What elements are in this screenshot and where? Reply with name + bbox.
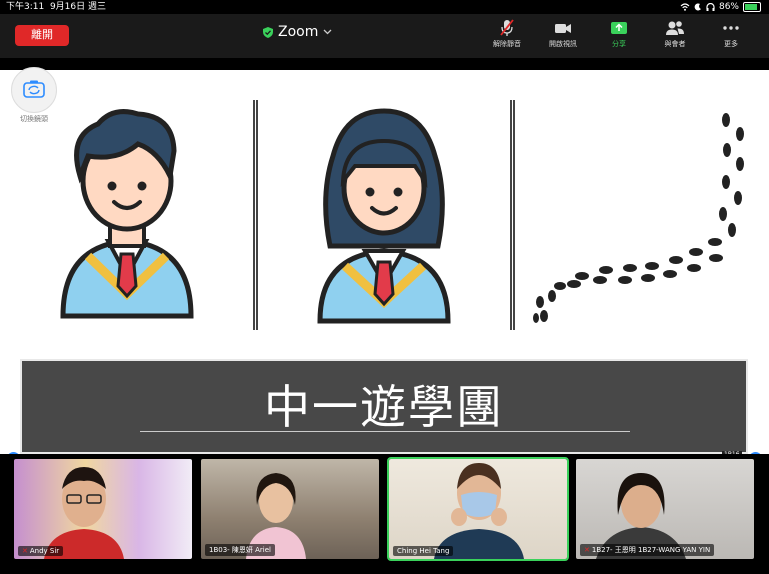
participant-face bbox=[434, 463, 524, 559]
more-button[interactable]: 更多 bbox=[707, 19, 755, 49]
meeting-header: 離開 Zoom 解除靜音 開啟視訊 分享 與會者 更多 bbox=[0, 14, 769, 58]
battery-percent: 86% bbox=[718, 2, 739, 12]
wifi-icon bbox=[680, 3, 690, 11]
participant-name: 1B03- 陳恩妍 Ariel bbox=[209, 546, 272, 554]
slide-title: 中一遊學團 bbox=[264, 380, 504, 434]
mute-label: 解除靜音 bbox=[493, 40, 521, 48]
headphones-icon bbox=[706, 3, 715, 11]
title-underline bbox=[140, 431, 630, 432]
share-button[interactable]: 分享 bbox=[595, 19, 643, 49]
meeting-toolbar: 解除靜音 開啟視訊 分享 與會者 更多 bbox=[483, 19, 755, 49]
switch-camera-button[interactable] bbox=[11, 67, 57, 113]
meeting-title-dropdown[interactable]: Zoom bbox=[263, 24, 332, 40]
participant-video-tile-active[interactable]: Ching Hei Tang bbox=[387, 457, 569, 561]
mic-muted-icon: ✕ bbox=[584, 546, 590, 554]
status-right: 86% bbox=[680, 0, 761, 14]
girl-student-icon bbox=[317, 108, 451, 324]
participant-name: Andy Sir bbox=[29, 547, 60, 555]
meeting-title: Zoom bbox=[278, 24, 319, 40]
chevron-down-icon bbox=[323, 29, 332, 35]
participant-video-tile[interactable]: ✕ 1B27- 王恩明 1B27-WANG YAN YIN bbox=[576, 459, 754, 559]
status-date: 9月16日 週三 bbox=[49, 2, 106, 12]
camera-rotate-icon bbox=[23, 80, 45, 98]
leave-button[interactable]: 離開 bbox=[15, 25, 69, 46]
video-label: 開啟視訊 bbox=[549, 40, 577, 48]
shield-check-icon bbox=[263, 26, 273, 38]
participant-video-strip: ✕ Andy Sir 1B03- 陳恩妍 Ariel Ching Hei Tang… bbox=[0, 454, 769, 574]
more-dots-icon bbox=[723, 26, 739, 30]
video-camera-icon bbox=[555, 24, 571, 33]
footprints-trail-icon bbox=[533, 113, 744, 323]
status-bar: 下午3:11 9月16日 週三 86% bbox=[0, 0, 769, 14]
switch-camera-label: 切換鏡頭 bbox=[20, 115, 48, 123]
mic-muted-icon: ✕ bbox=[22, 547, 28, 555]
start-video-button[interactable]: 開啟視訊 bbox=[539, 19, 587, 49]
moon-icon bbox=[694, 3, 701, 11]
participants-icon bbox=[666, 21, 684, 35]
participant-nameplate: ✕ Andy Sir bbox=[18, 546, 64, 556]
slide-divider-left bbox=[253, 100, 258, 330]
status-time-date: 下午3:11 9月16日 週三 bbox=[6, 0, 106, 14]
share-screen-icon bbox=[611, 22, 627, 34]
participant-nameplate: ✕ 1B27- 王恩明 1B27-WANG YAN YIN bbox=[580, 544, 715, 556]
share-label: 分享 bbox=[612, 40, 626, 48]
mute-button[interactable]: 解除靜音 bbox=[483, 19, 531, 49]
participant-face bbox=[44, 467, 124, 559]
participant-video-tile[interactable]: 1B03- 陳恩妍 Ariel bbox=[201, 459, 379, 559]
status-time: 下午3:11 bbox=[6, 2, 45, 12]
more-label: 更多 bbox=[724, 40, 738, 48]
boy-student-icon bbox=[60, 109, 194, 319]
shared-screen: 中一遊學團 bbox=[0, 70, 769, 454]
participant-video-tile[interactable]: ✕ Andy Sir bbox=[14, 459, 192, 559]
battery-icon bbox=[743, 2, 761, 12]
mic-off-icon bbox=[500, 19, 514, 36]
participant-nameplate: 1B03- 陳恩妍 Ariel bbox=[205, 544, 276, 556]
slide-title-banner: 中一遊學團 bbox=[20, 359, 748, 454]
participants-button[interactable]: 與會者 bbox=[651, 19, 699, 49]
participant-name: Ching Hei Tang bbox=[397, 547, 450, 555]
participants-label: 與會者 bbox=[664, 40, 686, 48]
participant-nameplate: Ching Hei Tang bbox=[393, 546, 454, 556]
slide-divider-right bbox=[510, 100, 515, 330]
participant-name: 1B27- 王恩明 1B27-WANG YAN YIN bbox=[591, 546, 711, 554]
